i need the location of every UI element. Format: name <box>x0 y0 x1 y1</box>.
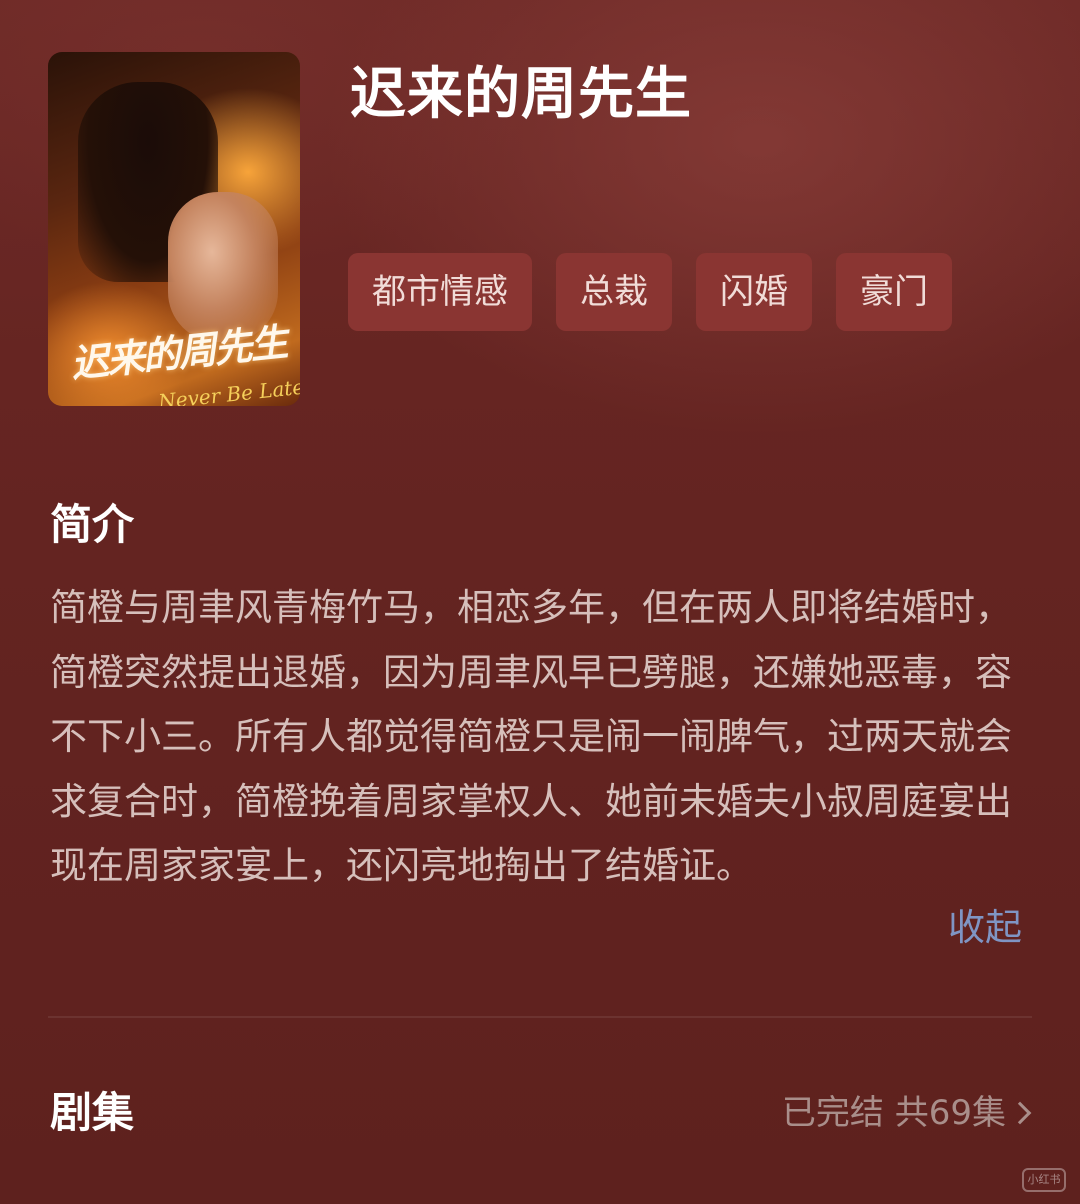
tag-item[interactable]: 闪婚 <box>696 253 812 331</box>
tag-item[interactable]: 都市情感 <box>348 253 532 331</box>
show-title: 迟来的周先生 <box>350 62 692 127</box>
episodes-heading: 剧集 <box>50 1088 135 1137</box>
poster-title: 迟来的周先生 <box>68 319 289 387</box>
poster-image[interactable]: 迟来的周先生 Never Be Late <box>48 52 300 406</box>
intro-heading: 简介 <box>50 500 135 549</box>
chevron-right-icon <box>1008 1101 1032 1125</box>
poster-subtitle: Never Be Late <box>157 374 300 406</box>
episodes-status-text: 已完结 共69集 <box>781 1093 1006 1133</box>
episodes-status-link[interactable]: 已完结 共69集 <box>781 1088 1032 1138</box>
tag-item[interactable]: 豪门 <box>836 253 952 331</box>
watermark-logo: 小红书 <box>1022 1168 1066 1192</box>
section-divider <box>48 1016 1032 1018</box>
intro-text: 简橙与周聿风青梅竹马，相恋多年，但在两人即将结婚时，简橙突然提出退婚，因为周聿风… <box>50 586 1012 887</box>
tag-list: 都市情感 总裁 闪婚 豪门 <box>348 253 952 331</box>
collapse-button[interactable]: 收起 <box>948 898 1022 958</box>
tag-item[interactable]: 总裁 <box>556 253 672 331</box>
